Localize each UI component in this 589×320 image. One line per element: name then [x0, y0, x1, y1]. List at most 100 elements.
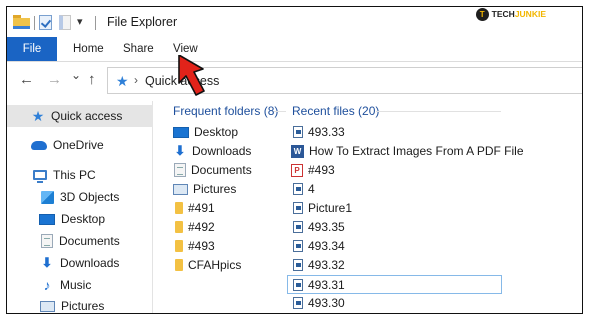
pictures-icon	[173, 183, 188, 195]
sidebar-item-label: OneDrive	[53, 138, 104, 152]
logo-text-tech: TECH	[491, 9, 515, 19]
download-icon: ⬇	[174, 143, 186, 158]
download-icon: ⬇	[41, 255, 53, 270]
sidebar-item-documents[interactable]: Documents	[41, 230, 120, 252]
up-arrow-icon[interactable]: ↑	[88, 71, 96, 88]
item-label: 493.33	[308, 125, 345, 139]
sidebar-item-pictures[interactable]: Pictures	[40, 295, 105, 313]
sidebar-item-quick-access[interactable]: ★ Quick access	[7, 105, 153, 127]
logo-text-junkie: JUNKIE	[514, 9, 546, 19]
logo-mark-icon: T	[475, 7, 489, 21]
sidebar-item-label: Quick access	[51, 109, 123, 123]
sidebar-item-label: Desktop	[61, 212, 106, 226]
computer-icon	[33, 170, 47, 183]
tab-home[interactable]: Home	[73, 37, 104, 61]
list-item[interactable]: #493	[175, 237, 215, 255]
item-label: #492	[188, 220, 215, 234]
new-page-icon[interactable]	[59, 15, 71, 30]
list-item[interactable]: Desktop	[173, 123, 238, 141]
item-label: Pictures	[193, 182, 237, 196]
desktop-icon	[39, 213, 55, 225]
ribbon-tabs: File Home Share View	[7, 37, 582, 61]
list-item[interactable]: W How To Extract Images From A PDF File	[291, 142, 524, 160]
list-item[interactable]: 493.35	[293, 218, 345, 236]
breadcrumb-chevron-icon[interactable]: ›	[134, 73, 138, 87]
item-label: 493.35	[308, 220, 345, 234]
item-label: 493.30	[308, 296, 345, 310]
sidebar-item-music[interactable]: ♪ Music	[40, 274, 92, 296]
image-file-icon	[293, 278, 303, 291]
group-divider	[274, 111, 286, 112]
pictures-icon	[40, 300, 55, 312]
desktop-icon	[173, 126, 189, 138]
list-item[interactable]: 4	[293, 180, 315, 198]
list-item[interactable]: 493.30	[293, 294, 345, 312]
frequent-folders-heading[interactable]: Frequent folders (8)	[173, 104, 278, 118]
item-label: #493	[188, 239, 215, 253]
item-label: 4	[308, 182, 315, 196]
image-file-icon	[293, 183, 303, 195]
cube-icon	[41, 190, 54, 204]
toolbar-divider	[34, 16, 35, 30]
sidebar-item-label: Music	[60, 278, 92, 292]
list-item[interactable]: P #493	[291, 161, 335, 179]
tab-share[interactable]: Share	[123, 37, 154, 61]
navigation-pane: ★ Quick access OneDrive This PC 3D Objec…	[7, 101, 153, 313]
item-label: CFAHpics	[188, 258, 242, 272]
toolbar-divider	[95, 16, 96, 30]
item-label: Downloads	[192, 144, 252, 158]
techjunkie-logo: T TECH JUNKIE	[475, 7, 546, 21]
customize-caret-icon[interactable]: ▾	[77, 15, 83, 28]
sidebar-item-desktop[interactable]: Desktop	[39, 208, 105, 230]
documents-icon	[41, 234, 53, 248]
star-icon: ★	[31, 107, 45, 124]
sidebar-item-this-pc[interactable]: This PC	[33, 164, 96, 186]
folder-icon	[175, 202, 183, 214]
list-item[interactable]: Documents	[174, 161, 252, 179]
list-item[interactable]: Pictures	[173, 180, 236, 198]
image-file-icon	[293, 259, 303, 271]
back-arrow-icon[interactable]: ←	[19, 71, 34, 88]
sidebar-item-label: 3D Objects	[60, 190, 120, 204]
item-label: 493.32	[308, 258, 345, 272]
list-item[interactable]: CFAHpics	[175, 256, 241, 274]
image-file-icon	[293, 240, 303, 252]
list-item-highlighted[interactable]: 493.31	[287, 275, 502, 294]
cloud-icon	[31, 140, 47, 150]
item-label: Picture1	[308, 201, 353, 215]
properties-check-icon[interactable]	[39, 15, 52, 30]
list-item[interactable]: 493.34	[293, 237, 345, 255]
list-item[interactable]: 493.33	[293, 123, 345, 141]
folder-icon[interactable]	[13, 15, 30, 29]
list-item[interactable]: ⬇ Downloads	[173, 142, 252, 160]
list-item[interactable]: #491	[175, 199, 215, 217]
list-item[interactable]: Picture1	[293, 199, 352, 217]
image-file-icon	[293, 221, 303, 233]
recent-files-heading[interactable]: Recent files (20)	[292, 104, 379, 118]
tab-file[interactable]: File	[7, 37, 57, 61]
sidebar-item-label: Downloads	[60, 256, 120, 270]
folder-icon	[175, 259, 183, 271]
sidebar-item-downloads[interactable]: ⬇ Downloads	[40, 252, 120, 274]
music-icon: ♪	[43, 277, 51, 293]
image-file-icon	[293, 297, 303, 309]
sidebar-item-3d-objects[interactable]: 3D Objects	[41, 186, 119, 208]
item-label: 493.34	[308, 239, 345, 253]
recent-locations-chevron-icon[interactable]: ⌄	[71, 68, 81, 82]
sidebar-item-label: Pictures	[61, 299, 105, 313]
item-label: #493	[308, 163, 335, 177]
window-title: File Explorer	[107, 15, 178, 29]
forward-arrow-icon[interactable]: →	[47, 71, 62, 88]
item-label: 493.31	[308, 277, 345, 292]
list-item[interactable]: #492	[175, 218, 215, 236]
image-file-icon	[293, 126, 303, 138]
navigation-bar: ← → ⌄ ↑ ★ › Quick access	[7, 62, 582, 100]
documents-icon	[174, 163, 186, 177]
pointer-arrow-icon	[178, 55, 205, 96]
quick-access-star-icon: ★	[116, 73, 129, 89]
item-label: #491	[188, 201, 215, 215]
sidebar-item-onedrive[interactable]: OneDrive	[31, 134, 104, 156]
item-label: How To Extract Images From A PDF File	[309, 144, 524, 158]
list-item[interactable]: 493.32	[293, 256, 345, 274]
pdf-file-icon: P	[291, 163, 303, 177]
